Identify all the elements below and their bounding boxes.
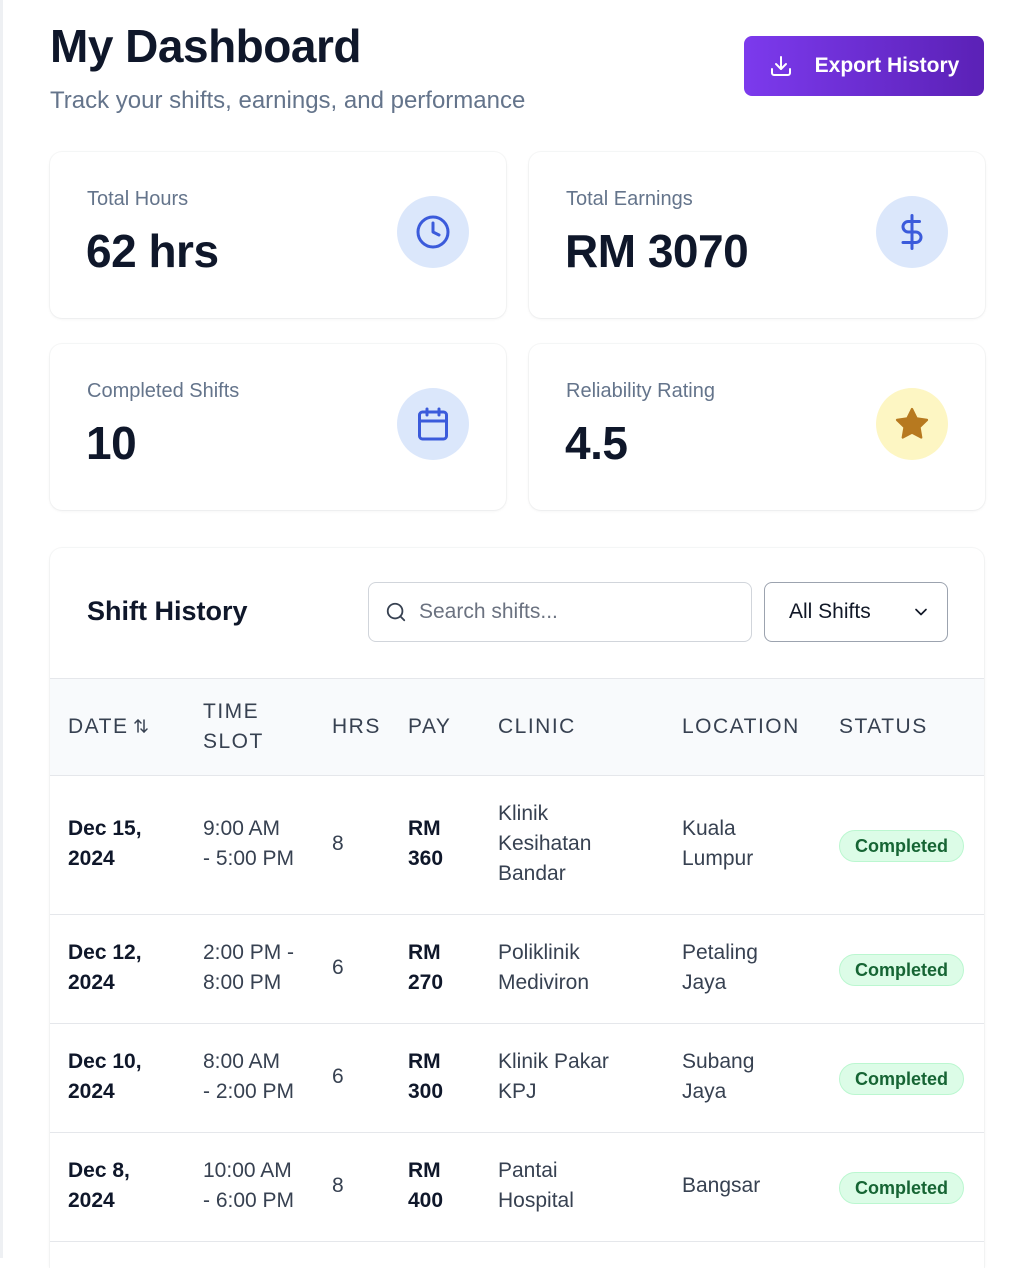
column-header-time-line1: Time: [203, 700, 260, 723]
row-date: Dec 8, 2024: [68, 1159, 130, 1212]
star-icon: [876, 388, 948, 460]
search-icon: [386, 602, 406, 622]
chevron-down-icon: [915, 608, 927, 616]
download-icon: [770, 56, 791, 76]
column-header-pay: Pay: [408, 715, 452, 738]
status-badge: Completed: [839, 1063, 965, 1095]
status-badge: Completed: [839, 954, 965, 986]
search-box: [368, 582, 752, 642]
row-location: Kuala Lumpur: [682, 817, 754, 870]
stat-value: 4.5: [565, 417, 628, 469]
stat-label: Completed Shifts: [87, 380, 240, 402]
row-location: Subang Jaya: [682, 1050, 755, 1103]
shift-history-panel: Shift History All Shifts Date Time Slot …: [50, 548, 984, 1268]
table-row[interactable]: Dec 15, 2024 9:00 AM - 5:00 PM 8 RM 360 Kli…: [50, 776, 984, 915]
stat-card-total-hours: Total Hours 62 hrs: [50, 152, 506, 318]
column-header-date-label: Date: [68, 715, 129, 738]
stat-value: 62 hrs: [86, 225, 219, 277]
row-time-slot: 8:00 AM - 2:00 PM: [203, 1050, 295, 1103]
stat-label: Reliability Rating: [566, 380, 715, 402]
export-history-button[interactable]: Export History: [744, 36, 984, 96]
column-header-status: Status: [839, 715, 928, 738]
table-row[interactable]: Dec 12, 2024 2:00 PM -8:00 PM 6 RM 270 Pol…: [50, 915, 984, 1024]
row-date: Dec 10, 2024: [68, 1050, 142, 1103]
row-hrs: 8: [332, 832, 344, 855]
row-pay: RM 400: [408, 1159, 444, 1212]
column-header-location: Location: [682, 715, 800, 738]
column-header-hrs: Hrs: [332, 715, 381, 738]
column-header-date[interactable]: Date: [68, 712, 150, 742]
calendar-icon: [397, 388, 469, 460]
column-header-clinic: Clinic: [498, 715, 576, 738]
row-date: Dec 15, 2024: [68, 817, 142, 870]
row-time-slot: 9:00 AM - 5:00 PM: [203, 817, 295, 870]
sort-icon: [134, 719, 149, 733]
row-clinic: Poliklinik Mediviron: [498, 941, 590, 994]
row-clinic: Klinik Pakar KPJ: [498, 1050, 609, 1103]
row-pay: RM 270: [408, 941, 444, 994]
table-header: Date Time Slot Hrs Pay Clinic Location S…: [50, 678, 984, 776]
row-pay: RM 360: [408, 817, 444, 870]
row-hrs: 8: [332, 1174, 344, 1197]
table-row[interactable]: Dec 10, 2024 8:00 AM - 2:00 PM 6 RM 300 Kli…: [50, 1024, 984, 1133]
stat-card-completed-shifts: Completed Shifts 10: [50, 344, 506, 510]
row-date: Dec 12, 2024: [68, 941, 142, 994]
stat-card-total-earnings: Total Earnings RM 3070: [529, 152, 985, 318]
table-row[interactable]: Dec 8, 2024 10:00 AM - 6:00 PM 8 RM 400 Pan…: [50, 1133, 984, 1242]
shift-filter-value: All Shifts: [789, 600, 871, 623]
row-location: Petaling Jaya: [682, 941, 758, 994]
row-pay: RM 300: [408, 1050, 444, 1103]
page-header: My Dashboard Track your shifts, earnings…: [50, 20, 984, 120]
stat-value: RM 3070: [565, 225, 749, 277]
stat-card-reliability-rating: Reliability Rating 4.5: [529, 344, 985, 510]
column-header-time-slot: Time Slot: [203, 697, 293, 757]
row-clinic: Klinik Kesihatan Bandar: [498, 802, 592, 885]
dollar-icon: [876, 196, 948, 268]
row-time-slot: 2:00 PM -8:00 PM: [203, 941, 295, 994]
left-edge-border: [0, 0, 3, 1258]
row-hrs: 6: [332, 956, 344, 979]
status-badge: Completed: [839, 830, 965, 862]
clock-icon: [397, 196, 469, 268]
stat-value: 10: [86, 417, 137, 469]
status-badge: Completed: [839, 1172, 965, 1204]
column-header-time-line2: Slot: [203, 730, 264, 753]
row-time-slot: 10:00 AM - 6:00 PM: [203, 1159, 295, 1212]
shift-filter-select[interactable]: All Shifts: [764, 582, 948, 642]
stat-label: Total Hours: [87, 188, 189, 210]
shift-history-title: Shift History: [87, 596, 248, 626]
search-shifts-input[interactable]: [419, 600, 739, 624]
row-clinic: Pantai Hospital: [498, 1159, 574, 1212]
row-location: Bangsar: [682, 1174, 761, 1197]
export-history-label: Export History: [814, 54, 960, 77]
stat-label: Total Earnings: [566, 188, 693, 210]
row-hrs: 6: [332, 1065, 344, 1088]
